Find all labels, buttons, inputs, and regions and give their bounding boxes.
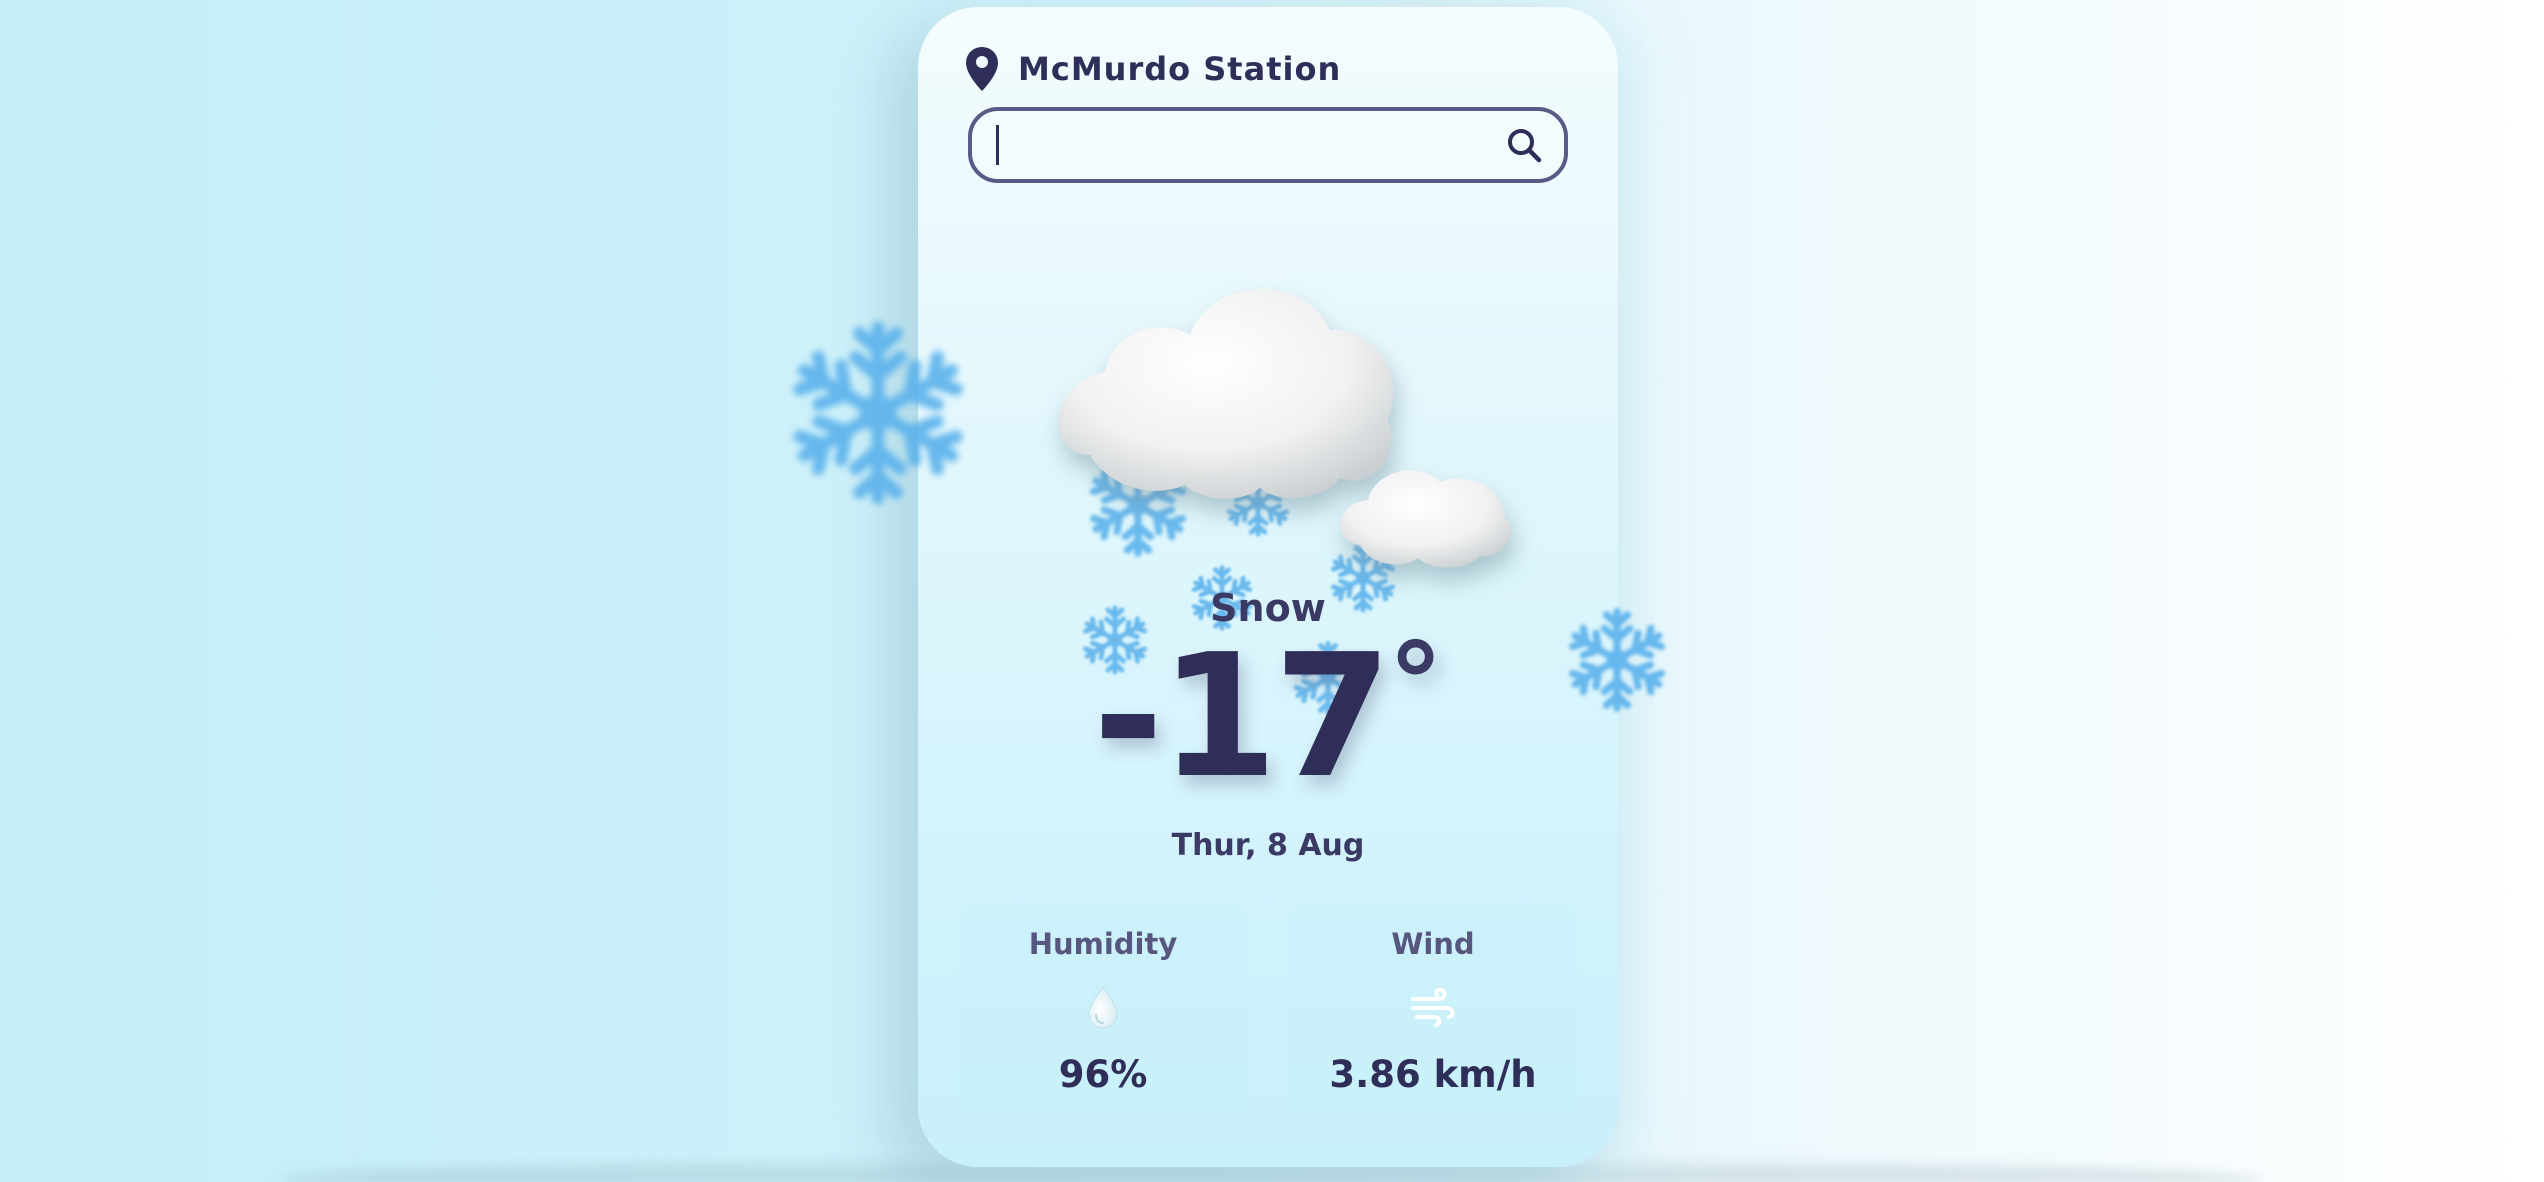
wind-label: Wind (1391, 927, 1475, 961)
search-input[interactable] (992, 111, 1504, 179)
text-caret (996, 125, 999, 165)
water-drop-icon (1088, 986, 1118, 1029)
temperature-value: -17 (1092, 618, 1392, 816)
wind-card: Wind 3.86 km/h (1288, 905, 1578, 1127)
temperature-display: -17° (918, 628, 1618, 802)
degree-symbol: ° (1388, 619, 1444, 747)
current-date: Thur, 8 Aug (1171, 828, 1365, 863)
location-name: McMurdo Station (1018, 50, 1342, 88)
wind-value: 3.86 km/h (1329, 1053, 1537, 1096)
search-icon[interactable] (1504, 125, 1544, 165)
location-header: McMurdo Station (966, 47, 1341, 91)
search-bar (968, 107, 1568, 183)
humidity-label: Humidity (1028, 927, 1178, 961)
humidity-card: Humidity 96% (958, 905, 1248, 1127)
map-pin-icon (966, 47, 998, 91)
humidity-value: 96% (1058, 1053, 1148, 1096)
wind-icon (1411, 987, 1455, 1027)
